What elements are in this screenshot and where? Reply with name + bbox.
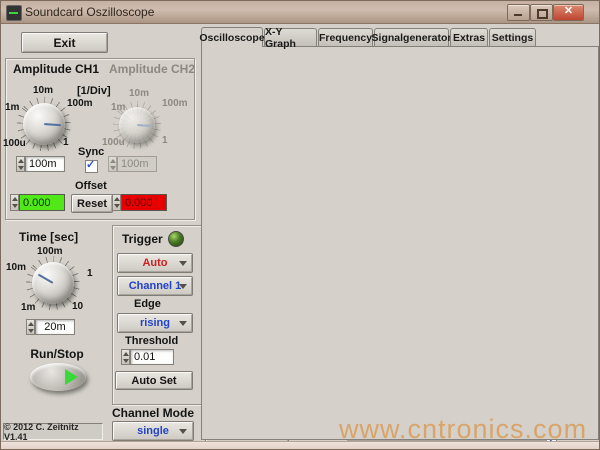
maximize-icon bbox=[537, 9, 548, 19]
minimize-icon bbox=[514, 14, 522, 16]
offset-ch1-spinner[interactable] bbox=[10, 194, 19, 211]
sync-label: Sync bbox=[78, 146, 104, 158]
chevron-down-icon bbox=[179, 321, 187, 326]
trigger-edge-dropdown[interactable]: rising bbox=[117, 313, 193, 333]
time-value[interactable]: 20m bbox=[35, 319, 75, 335]
auto-set-button[interactable]: Auto Set bbox=[115, 371, 193, 390]
tab-xy-graph[interactable]: X-Y Graph bbox=[264, 28, 317, 46]
channel-mode-label: Channel Mode bbox=[112, 406, 192, 420]
amplitude-ch1-value[interactable]: 100m bbox=[25, 156, 65, 172]
minimize-button[interactable] bbox=[507, 4, 530, 21]
knob-scale-label: 100m bbox=[162, 98, 188, 109]
offset-reset-button[interactable]: Reset bbox=[71, 194, 113, 213]
tab-signalgenerator[interactable]: Signalgenerator bbox=[374, 28, 449, 46]
offset-ch2-spinner[interactable] bbox=[112, 194, 121, 211]
knob-scale-label: 1m bbox=[111, 102, 125, 113]
trigger-led bbox=[168, 231, 184, 247]
offset-ch2-value[interactable]: 0.000 bbox=[121, 194, 167, 211]
threshold-spinner[interactable] bbox=[121, 349, 130, 365]
chevron-down-icon bbox=[179, 429, 187, 434]
time-knob-pointer bbox=[38, 274, 54, 284]
amplitude-ch2-spinner bbox=[108, 156, 117, 172]
knob-scale-label: 100m bbox=[67, 98, 93, 109]
tab-extras[interactable]: Extras bbox=[450, 28, 488, 46]
tab-oscilloscope[interactable]: Oscilloscope bbox=[201, 27, 263, 47]
copyright-bar: © 2012 C. Zeitnitz V1.41 bbox=[3, 423, 103, 440]
amplitude-ch1-spinner[interactable] bbox=[16, 156, 25, 172]
amplitude-ch2-knob-pointer bbox=[137, 124, 151, 127]
amplitude-ch1-knob[interactable] bbox=[23, 103, 65, 145]
knob-scale-label: 1 bbox=[87, 268, 93, 279]
knob-scale-label: 1 bbox=[162, 135, 168, 146]
chevron-down-icon bbox=[179, 261, 187, 266]
knob-scale-label: 10 bbox=[72, 301, 83, 312]
time-spinner[interactable] bbox=[26, 319, 35, 335]
knob-scale-label: 10m bbox=[6, 262, 26, 273]
threshold-value[interactable]: 0.01 bbox=[130, 349, 174, 365]
amplitude-unit-label: [1/Div] bbox=[77, 85, 111, 97]
knob-scale-label: 100u bbox=[3, 138, 26, 149]
trigger-source-dropdown[interactable]: Channel 1 bbox=[117, 276, 193, 296]
run-stop-label: Run/Stop bbox=[17, 347, 97, 361]
time-title: Time [sec] bbox=[19, 230, 78, 244]
close-button[interactable]: ✕ bbox=[553, 4, 584, 21]
app-icon bbox=[6, 5, 22, 21]
offset-label: Offset bbox=[75, 180, 107, 192]
offset-ch1-value[interactable]: 0.000 bbox=[19, 194, 65, 211]
time-knob[interactable] bbox=[32, 262, 74, 304]
channel-mode-dropdown[interactable]: single bbox=[112, 421, 194, 441]
sync-checkbox[interactable] bbox=[85, 160, 98, 173]
knob-scale-label: 1 bbox=[63, 137, 69, 148]
window-title: Soundcard Oszilloscope bbox=[25, 5, 154, 19]
app-window: Soundcard Oszilloscope ✕ Oscilloscope X-… bbox=[0, 0, 600, 450]
close-icon: ✕ bbox=[554, 5, 583, 18]
exit-button[interactable]: Exit bbox=[21, 32, 108, 53]
run-stop-button[interactable] bbox=[30, 363, 86, 391]
amplitude-ch2-title: Amplitude CH2 bbox=[109, 62, 195, 76]
chevron-down-icon bbox=[179, 284, 187, 289]
edge-label: Edge bbox=[134, 298, 161, 310]
oscilloscope-tab-page bbox=[201, 46, 599, 440]
tab-frequency[interactable]: Frequency bbox=[318, 28, 373, 46]
knob-scale-label: 10m bbox=[33, 85, 53, 96]
play-icon bbox=[65, 369, 78, 385]
knob-scale-label: 100u bbox=[102, 137, 125, 148]
maximize-button[interactable] bbox=[530, 4, 553, 21]
title-bar[interactable]: Soundcard Oszilloscope ✕ bbox=[1, 1, 600, 24]
knob-scale-label: 1m bbox=[21, 302, 35, 313]
trigger-mode-dropdown[interactable]: Auto bbox=[117, 253, 193, 273]
threshold-label: Threshold bbox=[125, 335, 178, 347]
amplitude-ch2-value: 100m bbox=[117, 156, 157, 172]
trigger-title: Trigger bbox=[122, 232, 163, 246]
tab-settings[interactable]: Settings bbox=[489, 28, 536, 46]
knob-scale-label: 1m bbox=[5, 102, 19, 113]
amplitude-ch1-knob-pointer bbox=[44, 123, 61, 126]
amplitude-ch1-title: Amplitude CH1 bbox=[13, 62, 99, 76]
knob-scale-label: 10m bbox=[129, 88, 149, 99]
watermark: www.cntronics.com bbox=[339, 414, 587, 445]
